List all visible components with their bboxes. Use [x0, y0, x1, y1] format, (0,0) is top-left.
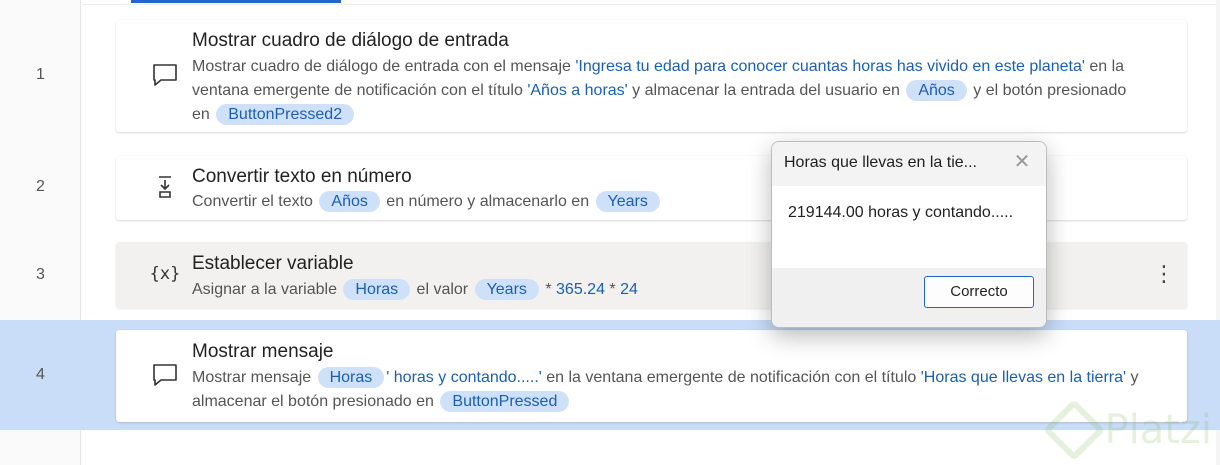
message-icon: [152, 62, 178, 88]
flow-designer-canvas: 1 Mostrar cuadro de diálogo de entrada M…: [0, 0, 1220, 465]
dialog-footer: Correcto: [772, 268, 1046, 327]
message-dialog: Horas que llevas en la tie... ✕ 219144.0…: [771, 141, 1047, 328]
desc-text: Mostrar mensaje: [192, 369, 316, 386]
action-card-display-input-dialog[interactable]: Mostrar cuadro de diálogo de entrada Mos…: [116, 20, 1187, 132]
ok-button[interactable]: Correcto: [924, 276, 1034, 308]
dialog-message: 219144.00 horas y contando.....: [788, 204, 1014, 221]
variable-pill[interactable]: ButtonPressed2: [216, 104, 355, 125]
message-literal: ' horas y contando.....': [386, 369, 542, 386]
variable-pill[interactable]: Horas: [343, 279, 411, 300]
variable-pill[interactable]: Años: [906, 80, 967, 101]
more-options-icon[interactable]: ⋮: [1153, 261, 1175, 289]
desc-text: en la ventana emergente de notificación …: [541, 369, 921, 386]
title-literal: 'Horas que llevas en la tierra': [920, 369, 1127, 386]
variable-pill[interactable]: Horas: [317, 367, 385, 388]
active-tab-indicator: [131, 0, 341, 3]
variable-pill[interactable]: ButtonPressed: [440, 391, 570, 412]
action-title: Mostrar cuadro de diálogo de entrada: [192, 30, 509, 51]
desc-text: Convertir el texto: [192, 193, 318, 210]
action-title: Establecer variable: [192, 253, 354, 274]
message-icon: [152, 362, 178, 388]
dialog-title: Horas que llevas en la tie...: [784, 154, 977, 171]
action-description: Mostrar cuadro de diálogo de entrada con…: [192, 55, 1147, 127]
dialog-title-bar: Horas que llevas en la tie... ✕: [772, 142, 1046, 186]
number-literal: 24: [620, 281, 638, 298]
top-divider: [82, 4, 1218, 5]
action-title: Mostrar mensaje: [192, 341, 334, 362]
line-number-1: 1: [36, 66, 45, 83]
desc-text: el valor: [412, 281, 473, 298]
desc-text: Mostrar cuadro de diálogo de entrada con…: [192, 58, 576, 75]
variable-pill[interactable]: Years: [474, 279, 539, 300]
desc-text: Asignar a la variable: [192, 281, 342, 298]
line-number-4: 4: [36, 366, 45, 383]
desc-text: en número y almacenarlo en: [381, 193, 594, 210]
variable-icon: {x}: [149, 264, 181, 284]
desc-text: *: [540, 281, 557, 298]
watermark-text: Platzi: [1104, 407, 1212, 453]
desc-text: *: [604, 281, 621, 298]
variable-pill[interactable]: Years: [595, 191, 660, 212]
platzi-logo-icon: [1043, 398, 1106, 462]
platzi-watermark: Platzi: [1043, 398, 1212, 462]
line-number-3: 3: [36, 266, 45, 283]
action-description: Mostrar mensaje Horas ' horas y contando.…: [192, 366, 1147, 414]
number-literal: 365.24: [556, 281, 605, 298]
desc-text: y almacenar la entrada del usuario en: [627, 82, 905, 99]
variable-pill[interactable]: Años: [319, 191, 380, 212]
convert-number-icon: [152, 174, 178, 200]
title-literal: 'Años a horas': [527, 82, 628, 99]
dialog-body: 219144.00 horas y contando.....: [772, 186, 1046, 268]
message-literal: 'Ingresa tu edad para conocer cuantas ho…: [575, 58, 1085, 75]
close-icon[interactable]: ✕: [1012, 152, 1032, 172]
line-number-2: 2: [36, 178, 45, 195]
action-card-display-message[interactable]: Mostrar mensaje Mostrar mensaje Horas ' h…: [116, 330, 1187, 422]
action-title: Convertir texto en número: [192, 166, 412, 187]
